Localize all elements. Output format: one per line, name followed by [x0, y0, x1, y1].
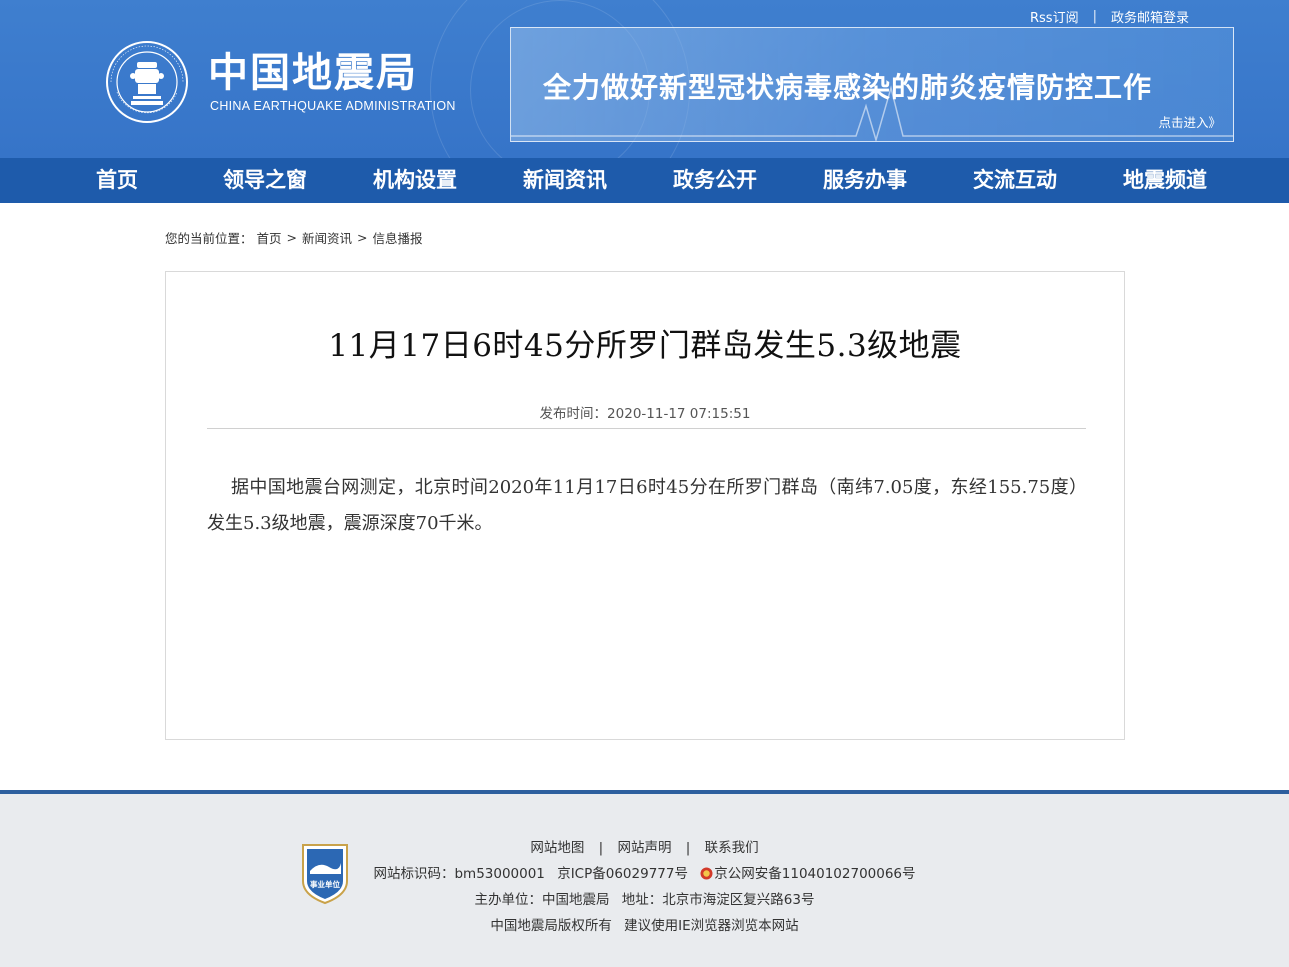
site-footer: 事业单位 网站地图 | 网站声明 | 联系我们 网站标识码：bm53000001…	[0, 790, 1289, 967]
breadcrumb: 您的当前位置： 首页 > 新闻资讯 > 信息播报	[165, 228, 423, 247]
main-nav: 首页 领导之窗 机构设置 新闻资讯 政务公开 服务办事 交流互动 地震频道	[0, 158, 1289, 203]
address: 地址：北京市海淀区复兴路63号	[621, 892, 815, 908]
breadcrumb-info-broadcast[interactable]: 信息播报	[373, 228, 423, 247]
breadcrumb-news[interactable]: 新闻资讯	[302, 228, 352, 247]
nav-item-news[interactable]: 新闻资讯	[523, 158, 607, 203]
nav-item-services[interactable]: 服务办事	[823, 158, 907, 203]
police-badge-icon	[700, 867, 713, 880]
cea-emblem-icon[interactable]	[105, 40, 189, 124]
divider: |	[685, 840, 691, 856]
divider: |	[598, 840, 604, 856]
divider: |	[1092, 8, 1097, 24]
site-id: 网站标识码：bm53000001	[373, 866, 545, 882]
nav-item-home[interactable]: 首页	[96, 158, 138, 203]
breadcrumb-separator: >	[286, 230, 298, 245]
banner-title: 全力做好新型冠状病毒感染的肺炎疫情防控工作	[543, 71, 1153, 104]
footer-sponsor-line: 主办单位：中国地震局 地址：北京市海淀区复兴路63号	[0, 888, 1289, 908]
sponsor: 主办单位：中国地震局	[474, 892, 610, 908]
publish-time: 发布时间：2020-11-17 07:15:51	[539, 406, 751, 422]
brand-name-cn[interactable]: 中国地震局	[208, 50, 418, 96]
nav-item-earthquake-channel[interactable]: 地震频道	[1123, 158, 1207, 203]
footer-registration-line: 网站标识码：bm53000001 京ICP备06029777号 京公网安备110…	[0, 862, 1289, 882]
epidemic-banner[interactable]: 全力做好新型冠状病毒感染的肺炎疫情防控工作 点击进入》	[510, 27, 1234, 142]
rss-link[interactable]: Rss订阅	[1030, 7, 1079, 26]
site-header: Rss订阅 | 政务邮箱登录 中国地震局 CHINA EARTHQUAKE AD…	[0, 0, 1289, 158]
site-statement-link[interactable]: 网站声明	[618, 840, 672, 856]
nav-item-interaction[interactable]: 交流互动	[973, 158, 1057, 203]
article-title: 11月17日6时45分所罗门群岛发生5.3级地震	[328, 328, 962, 364]
article-body: 据中国地震台网测定，北京时间2020年11月17日6时45分在所罗门群岛（南纬7…	[207, 477, 1087, 534]
footer-copyright-line: 中国地震局版权所有 建议使用IE浏览器浏览本网站	[0, 914, 1289, 934]
nav-item-gov-affairs[interactable]: 政务公开	[673, 158, 757, 203]
browser-tip: 建议使用IE浏览器浏览本网站	[624, 918, 799, 934]
banner-enter-link[interactable]: 点击进入》	[1158, 112, 1221, 131]
top-links: Rss订阅 | 政务邮箱登录	[1030, 6, 1189, 26]
breadcrumb-separator: >	[357, 230, 368, 245]
contact-us-link[interactable]: 联系我们	[705, 840, 759, 856]
icp-link[interactable]: 京ICP备06029777号	[557, 866, 688, 882]
police-record-link[interactable]: 京公网安备11040102700066号	[714, 866, 915, 882]
divider	[207, 428, 1086, 429]
article-panel: 11月17日6时45分所罗门群岛发生5.3级地震 发布时间：2020-11-17…	[165, 271, 1125, 740]
gov-mail-login-link[interactable]: 政务邮箱登录	[1111, 7, 1189, 26]
brand-name-en: CHINA EARTHQUAKE ADMINISTRATION	[210, 99, 456, 113]
sitemap-link[interactable]: 网站地图	[530, 840, 584, 856]
nav-item-leaders[interactable]: 领导之窗	[223, 158, 307, 203]
breadcrumb-home[interactable]: 首页	[257, 228, 282, 247]
footer-links: 网站地图 | 网站声明 | 联系我们	[0, 836, 1289, 856]
nav-item-organization[interactable]: 机构设置	[373, 158, 457, 203]
breadcrumb-prefix: 您的当前位置：	[165, 231, 253, 246]
copyright: 中国地震局版权所有	[490, 918, 612, 934]
